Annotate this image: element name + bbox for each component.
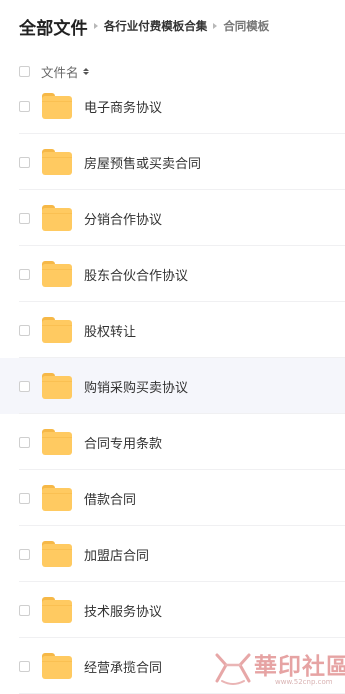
file-name[interactable]: 加盟店合同 [84,545,149,564]
folder-icon [42,205,72,231]
row-checkbox[interactable] [19,548,30,560]
sort-icon[interactable] [82,67,89,75]
folder-icon [42,597,72,623]
row-checkbox[interactable] [19,660,30,672]
file-name[interactable]: 合同专用条款 [84,433,162,452]
file-row[interactable]: 电子商务协议 [0,78,345,134]
row-checkbox[interactable] [19,324,30,336]
file-name[interactable]: 房屋预售或买卖合同 [84,153,201,172]
file-name[interactable]: 电子商务协议 [84,97,162,116]
folder-icon [42,373,72,399]
row-checkbox[interactable] [19,268,30,280]
folder-icon [42,261,72,287]
breadcrumb-current-folder: 合同模板 [223,19,270,33]
file-row[interactable]: 借款合同 [0,470,345,526]
folder-icon [42,149,72,175]
file-row[interactable]: 房屋预售或买卖合同 [0,134,345,190]
file-name[interactable]: 购销采购买卖协议 [84,377,188,396]
folder-icon [42,485,72,511]
file-name[interactable]: 借款合同 [84,489,136,508]
breadcrumb-separator-icon [213,23,218,29]
row-checkbox[interactable] [19,100,30,112]
folder-icon [42,93,72,119]
select-all-checkbox[interactable] [19,65,30,77]
file-name[interactable]: 股东合伙合作协议 [84,265,188,284]
row-checkbox[interactable] [19,492,30,504]
row-checkbox[interactable] [19,380,30,392]
file-name[interactable]: 经营承揽合同 [84,657,162,676]
breadcrumb-folder-collection[interactable]: 各行业付费模板合集 [104,18,208,34]
file-row[interactable]: 购销采购买卖协议 [0,358,345,414]
row-checkbox[interactable] [19,212,30,224]
breadcrumb: 全部文件 各行业付费模板合集 合同模板 [19,13,269,39]
folder-icon [42,653,72,679]
file-row[interactable]: 加盟店合同 [0,526,345,582]
file-name[interactable]: 技术服务协议 [84,601,162,620]
breadcrumb-all-files[interactable]: 全部文件 [19,14,88,39]
folder-icon [42,541,72,567]
file-name[interactable]: 股权转让 [84,321,136,340]
file-row[interactable]: 经营承揽合同 [0,638,345,694]
file-row[interactable]: 分销合作协议 [0,190,345,246]
row-checkbox[interactable] [19,156,30,168]
file-row[interactable]: 股东合伙合作协议 [0,246,345,302]
breadcrumb-separator-icon [93,23,98,29]
file-row[interactable]: 技术服务协议 [0,582,345,638]
row-checkbox[interactable] [19,604,30,616]
file-row[interactable]: 股权转让 [0,302,345,358]
file-list: 电子商务协议 房屋预售或买卖合同 分销合作协议 股东合伙合作协议 股权转让 购销… [0,78,345,694]
folder-icon [42,317,72,343]
folder-icon [42,429,72,455]
file-row[interactable]: 合同专用条款 [0,414,345,470]
file-name[interactable]: 分销合作协议 [84,209,162,228]
row-checkbox[interactable] [19,436,30,448]
